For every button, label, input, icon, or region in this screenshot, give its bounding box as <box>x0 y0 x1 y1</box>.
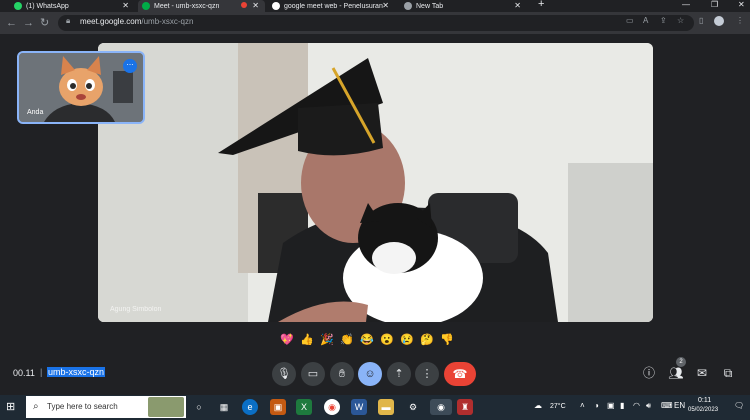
tab-whatsapp[interactable]: (1) WhatsApp ✕ <box>10 0 135 12</box>
share-icon[interactable]: ⇪ <box>660 16 667 25</box>
participant-video <box>98 43 653 322</box>
tab-title: (1) WhatsApp <box>26 2 69 10</box>
app-icon[interactable]: ▣ <box>270 399 286 415</box>
url-text[interactable]: meet.google.com/umb-xsxc-qzn <box>80 17 193 26</box>
reaction-clapping[interactable]: 👏 <box>339 332 355 348</box>
people-count-badge: 2 <box>676 357 686 367</box>
tab-google-search[interactable]: google meet web - Penelusuran G ✕ <box>268 0 395 12</box>
reload-button[interactable]: ↻ <box>40 16 49 30</box>
battery-icon[interactable]: ▮ <box>620 401 624 410</box>
self-video-tile[interactable]: ⋯ Anda <box>17 51 145 124</box>
maximize-button[interactable]: ❐ <box>711 0 718 9</box>
main-video-tile[interactable] <box>98 43 653 322</box>
tray-icon[interactable]: ◑ <box>594 401 599 410</box>
close-icon[interactable]: ✕ <box>514 1 521 10</box>
search-icon: ⌕ <box>33 401 39 412</box>
app-icon-2[interactable]: ♜ <box>457 399 473 415</box>
whatsapp-icon <box>14 2 22 10</box>
task-view-icon[interactable]: ○ <box>191 399 207 415</box>
microphone-button[interactable]: 🎙︎ <box>272 362 296 386</box>
reaction-bar: 💖 👍 🎉 👏 😂 😮 😢 🤔 👎 <box>279 332 455 348</box>
divider: | <box>40 367 43 377</box>
reaction-surprised[interactable]: 😮 <box>379 332 395 348</box>
search-placeholder: Type here to search <box>47 402 118 411</box>
raise-hand-button[interactable]: ✋︎ <box>330 362 354 386</box>
tab-title: Meet - umb-xsxc-qzn <box>154 2 220 10</box>
reaction-crying[interactable]: 😢 <box>399 332 415 348</box>
language-icon[interactable]: EN <box>674 401 685 410</box>
wifi-icon[interactable]: ◠ <box>633 401 640 410</box>
back-button[interactable]: ← <box>6 16 17 30</box>
new-tab-button[interactable]: + <box>538 0 544 10</box>
url-path: /umb-xsxc-qzn <box>141 17 194 26</box>
browser-tab-strip: (1) WhatsApp ✕ Meet - umb-xsxc-qzn ✕ goo… <box>0 0 750 12</box>
activities-icon[interactable]: ⧉ <box>720 365 736 381</box>
chrome-icon[interactable]: ◉ <box>324 399 340 415</box>
close-icon[interactable]: ✕ <box>382 1 389 10</box>
google-icon <box>272 2 280 10</box>
lock-icon: 🔒︎ <box>66 16 71 25</box>
reactions-button[interactable]: ☺ <box>358 362 382 386</box>
reaction-thumbs-up[interactable]: 👍 <box>299 332 315 348</box>
forward-button[interactable]: → <box>23 16 34 30</box>
meeting-code[interactable]: umb-xsxc-qzn <box>47 367 106 377</box>
edge-icon[interactable]: e <box>242 399 258 415</box>
present-screen-button[interactable]: ⇡ <box>387 362 411 386</box>
more-options-button[interactable]: ⋮ <box>415 362 439 386</box>
meeting-info-icon[interactable]: ⓘ <box>641 365 657 381</box>
translate-icon[interactable]: A <box>643 16 648 25</box>
search-highlight-image <box>148 397 184 417</box>
weather-icon[interactable]: ☁ <box>534 401 542 410</box>
reaction-thinking[interactable]: 🤔 <box>419 332 435 348</box>
windows-start-icon[interactable]: ⊞ <box>6 400 15 413</box>
settings-gear-icon[interactable]: ⚙ <box>405 399 421 415</box>
tab-meet[interactable]: Meet - umb-xsxc-qzn ✕ <box>138 0 265 12</box>
meet-icon <box>142 2 150 10</box>
bookmark-star-icon[interactable]: ☆ <box>677 16 684 25</box>
tab-new-tab[interactable]: New Tab ✕ <box>400 0 527 12</box>
temperature: 27°C <box>550 403 566 410</box>
sidebar-icon[interactable]: ▯ <box>699 16 703 25</box>
clock-time[interactable]: 0:11 <box>698 397 711 404</box>
minimize-button[interactable]: — <box>682 0 690 9</box>
reaction-sparkling-heart[interactable]: 💖 <box>279 332 295 348</box>
clock-date[interactable]: 05/02/2023 <box>688 407 718 413</box>
close-icon[interactable]: ✕ <box>122 1 129 10</box>
audio-level-icon: ⋯ <box>123 59 137 73</box>
chat-icon[interactable]: ✉︎ <box>694 365 710 381</box>
volume-icon[interactable]: 🔊︎ <box>646 401 651 411</box>
tray-icon-2[interactable]: ▣ <box>607 401 615 410</box>
tab-title: New Tab <box>416 2 444 10</box>
menu-dots-icon[interactable]: ⋮ <box>736 16 744 25</box>
reaction-party-popper[interactable]: 🎉 <box>319 332 335 348</box>
close-icon[interactable]: ✕ <box>252 1 259 10</box>
word-icon[interactable]: W <box>351 399 367 415</box>
people-icon[interactable]: 👥︎ <box>668 365 684 381</box>
main-participant-name: Agung Simbolon <box>110 306 162 313</box>
meeting-time: 00.11 <box>13 368 35 378</box>
camera-button[interactable]: ▭ <box>301 362 325 386</box>
self-name-label: Anda <box>27 109 44 116</box>
end-call-button[interactable]: ☎︎ <box>444 362 476 386</box>
tray-icon-3[interactable]: ⌨ <box>661 401 673 410</box>
close-window-button[interactable]: ✕ <box>738 0 745 9</box>
tab-title: google meet web - Penelusuran G <box>284 2 384 10</box>
excel-icon[interactable]: X <box>296 399 312 415</box>
notification-icon[interactable]: 🗨︎ <box>734 401 744 410</box>
recording-dot-icon <box>241 2 247 8</box>
profile-avatar[interactable] <box>714 16 724 26</box>
url-host: meet.google.com <box>80 17 142 26</box>
file-explorer-icon[interactable]: ▬ <box>378 399 394 415</box>
chevron-up-icon[interactable]: ˄ <box>580 401 585 410</box>
reaction-thumbs-down[interactable]: 👎 <box>439 332 455 348</box>
reaction-laughing[interactable]: 😂 <box>359 332 375 348</box>
widgets-icon[interactable]: ▦ <box>216 399 232 415</box>
chrome-active-icon[interactable]: ◉ <box>430 399 452 415</box>
camera-icon[interactable]: ▭ <box>626 16 634 25</box>
chrome-icon <box>404 2 412 10</box>
